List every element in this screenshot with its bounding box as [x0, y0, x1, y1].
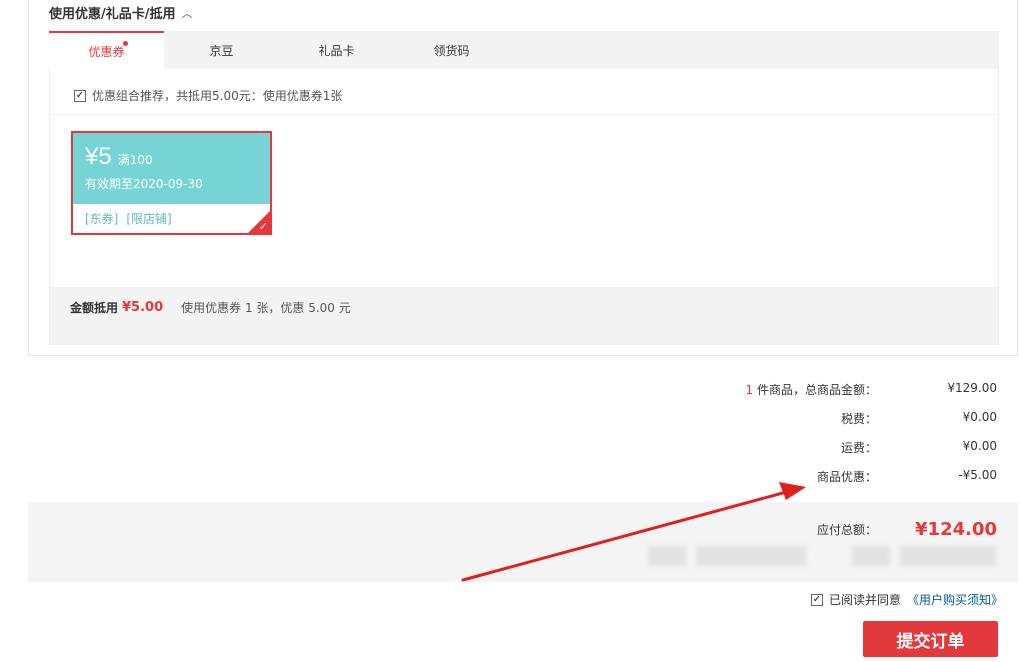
discount-label: 商品优惠：: [816, 470, 877, 484]
notification-dot-icon: [123, 41, 128, 46]
items-total-value: ¥129.00: [947, 381, 997, 395]
summary-label: 金额抵用: [70, 301, 119, 315]
submit-order-button[interactable]: 提交订单: [863, 621, 998, 657]
tax-value: ¥0.00: [962, 410, 997, 424]
redacted-address: [900, 546, 996, 566]
tab-jingdou[interactable]: 京豆: [164, 31, 279, 69]
grand-total-label: 应付总额：: [816, 523, 877, 537]
coupon-tags: [东券] [限店铺]: [73, 204, 270, 227]
tab-coupons[interactable]: 优惠券: [49, 31, 164, 69]
tab-pickup-code[interactable]: 领货码: [394, 31, 509, 69]
grand-total-value: ¥124.00: [915, 519, 997, 540]
shipping-row: 运费： ¥0.00: [617, 439, 997, 456]
coupon-validity: 有效期至2020-09-30: [85, 177, 203, 191]
redacted-address: [852, 546, 890, 566]
discount-summary: 金额抵用 ¥5.00 使用优惠券 1 张，优惠 5.00 元: [70, 299, 351, 316]
tab-jingdou-label: 京豆: [209, 43, 234, 58]
checkout-discount-page: 使用优惠/礼品卡/抵用 ︿ 优惠券 京豆 礼品卡 领货码 ✓ 优惠组合推荐，共抵…: [0, 0, 1019, 662]
shipping-label: 运费：: [840, 441, 877, 455]
redacted-address: [648, 546, 686, 566]
recommend-combo-row[interactable]: ✓ 优惠组合推荐，共抵用5.00元：使用优惠券1张: [74, 87, 342, 104]
items-total-row: 1 件商品，总商品金额： ¥129.00: [617, 381, 997, 398]
coupon-card[interactable]: ¥5 满100 有效期至2020-09-30 [东券] [限店铺] ✓: [71, 131, 272, 235]
items-label: 件商品，总商品金额：: [753, 383, 877, 397]
tax-row: 税费： ¥0.00: [617, 410, 997, 427]
chevron-up-icon[interactable]: ︿: [182, 5, 193, 21]
tab-gift-card[interactable]: 礼品卡: [279, 31, 394, 69]
agreement-row: ✓ 已阅读并同意 《用户购买须知》: [810, 591, 1003, 608]
tab-gift-card-label: 礼品卡: [318, 43, 355, 58]
total-bar: [28, 502, 1018, 582]
discount-section-header[interactable]: 使用优惠/礼品卡/抵用 ︿: [49, 3, 193, 23]
coupon-card-top: ¥5 满100 有效期至2020-09-30: [73, 133, 270, 204]
discount-section-title: 使用优惠/礼品卡/抵用: [49, 7, 176, 22]
summary-amount: ¥5.00: [122, 300, 164, 315]
agreement-text: 已阅读并同意: [828, 593, 901, 607]
items-total-label: 1 件商品，总商品金额：: [617, 381, 877, 398]
discount-tabs: 优惠券 京豆 礼品卡 领货码: [49, 31, 999, 69]
grand-total-row: 应付总额： ¥124.00: [617, 519, 997, 540]
coupon-condition: 满100: [117, 153, 153, 167]
tab-pickup-code-label: 领货码: [433, 43, 470, 58]
tab-coupons-label: 优惠券: [88, 44, 125, 59]
coupon-tag: [限店铺]: [126, 212, 172, 226]
tax-label: 税费：: [840, 412, 877, 426]
checkmark-icon: ✓: [258, 220, 268, 233]
coupon-tag: [东券]: [85, 212, 119, 226]
discount-row: 商品优惠： -¥5.00: [617, 468, 997, 485]
recommend-text: 优惠组合推荐，共抵用5.00元：使用优惠券1张: [92, 89, 343, 103]
coupon-amount: ¥5: [85, 143, 112, 170]
shipping-value: ¥0.00: [962, 439, 997, 453]
summary-detail: 使用优惠券 1 张，优惠 5.00 元: [181, 301, 351, 315]
purchase-terms-link[interactable]: 《用户购买须知》: [907, 591, 1003, 608]
recommend-checkbox[interactable]: ✓: [74, 89, 86, 102]
discount-value: -¥5.00: [958, 468, 997, 482]
redacted-address: [696, 546, 806, 566]
agreement-checkbox[interactable]: ✓: [810, 593, 823, 606]
panel-divider: [50, 114, 998, 115]
